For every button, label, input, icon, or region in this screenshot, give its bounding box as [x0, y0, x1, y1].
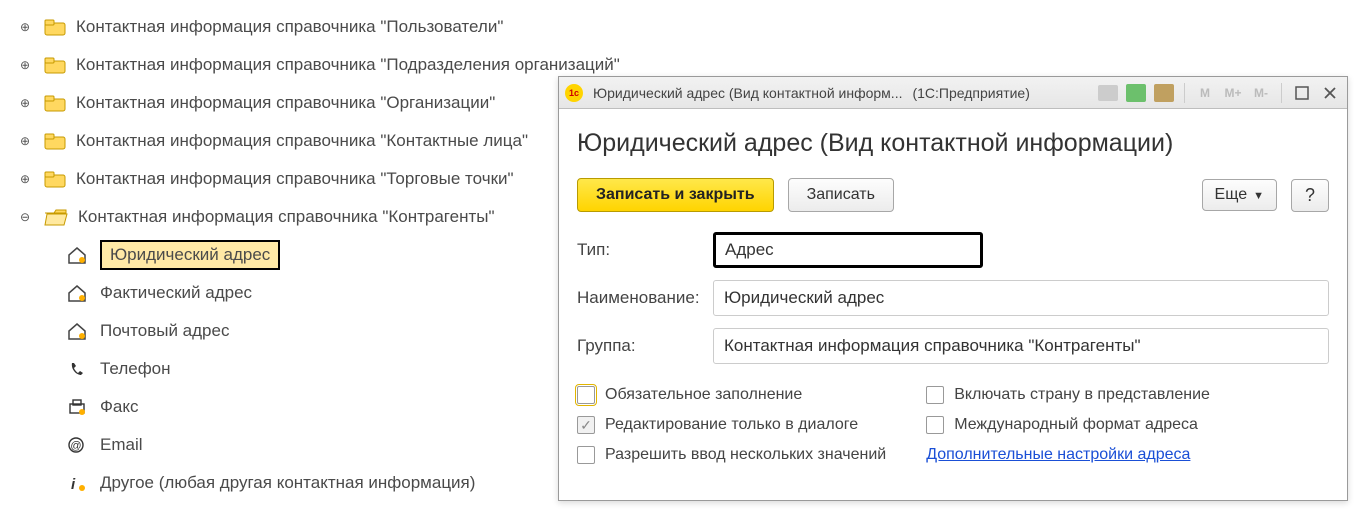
tree-item-label: Телефон [100, 359, 171, 379]
expand-icon[interactable]: ⊕ [16, 56, 34, 74]
check-label: Обязательное заполнение [605, 386, 802, 404]
write-button[interactable]: Записать [788, 178, 894, 212]
expand-icon[interactable]: ⊕ [16, 170, 34, 188]
house-icon [66, 246, 88, 264]
tree-group-label: Контактная информация справочника "Торго… [76, 169, 514, 189]
check-col-right: Включать страну в представление Междунар… [926, 386, 1210, 464]
form-row-group: Группа: Контактная информация справочник… [577, 328, 1329, 364]
tree-group-label: Контактная информация справочника "Контр… [78, 207, 495, 227]
folder-open-icon [44, 208, 68, 226]
tree-item-label: Другое (любая другая контактная информац… [100, 473, 475, 493]
close-icon[interactable] [1319, 82, 1341, 104]
house-icon [66, 322, 88, 340]
check-multi-values[interactable]: Разрешить ввод нескольких значений [577, 446, 886, 464]
tree-item-label: Email [100, 435, 143, 455]
folder-icon [44, 170, 66, 188]
more-button-label: Еще [1215, 186, 1248, 203]
print-icon[interactable] [1097, 82, 1119, 104]
memory-mminus-button[interactable]: M- [1250, 82, 1272, 104]
expand-icon[interactable]: ⊕ [16, 18, 34, 36]
form-row-name: Наименование: Юридический адрес [577, 280, 1329, 316]
house-icon [66, 284, 88, 302]
check-intl-format[interactable]: Международный формат адреса [926, 416, 1210, 434]
window-body: Юридический адрес (Вид контактной информ… [559, 109, 1347, 478]
check-label: Включать страну в представление [954, 386, 1210, 404]
check-dialog-only[interactable]: Редактирование только в диалоге [577, 416, 886, 434]
folder-icon [44, 18, 66, 36]
check-label: Разрешить ввод нескольких значений [605, 446, 886, 464]
checkbox-icon[interactable] [577, 446, 595, 464]
tree-group-label: Контактная информация справочника "Конта… [76, 131, 528, 151]
checkbox-icon[interactable] [577, 386, 595, 404]
email-icon: @ [66, 436, 88, 454]
folder-icon [44, 94, 66, 112]
window-title-suffix: (1С:Предприятие) [912, 85, 1029, 101]
group-field[interactable]: Контактная информация справочника "Контр… [713, 328, 1329, 364]
maximize-icon[interactable] [1291, 82, 1313, 104]
memory-mplus-button[interactable]: M+ [1222, 82, 1244, 104]
tree-group[interactable]: ⊕ Контактная информация справочника "Пол… [8, 8, 1354, 46]
folder-icon [44, 132, 66, 150]
form-row-type: Тип: Адрес [577, 232, 1329, 268]
check-required[interactable]: Обязательное заполнение [577, 386, 886, 404]
tree-item-label: Факс [100, 397, 139, 417]
checkboxes-area: Обязательное заполнение Редактирование т… [577, 386, 1329, 464]
check-include-country[interactable]: Включать страну в представление [926, 386, 1210, 404]
tree-group-label: Контактная информация справочника "Подра… [76, 55, 620, 75]
svg-text:i: i [71, 476, 76, 492]
chevron-down-icon: ▼ [1253, 190, 1264, 202]
type-field[interactable]: Адрес [713, 232, 983, 268]
check-label: Редактирование только в диалоге [605, 416, 858, 434]
checkbox-icon[interactable] [577, 416, 595, 434]
more-button[interactable]: Еще ▼ [1202, 179, 1277, 211]
expand-icon[interactable]: ⊕ [16, 132, 34, 150]
check-col-left: Обязательное заполнение Редактирование т… [577, 386, 886, 464]
checkbox-icon[interactable] [926, 416, 944, 434]
app-1c-icon [565, 84, 583, 102]
tree-group-label: Контактная информация справочника "Орган… [76, 93, 495, 113]
divider [1184, 83, 1185, 103]
memory-m-button[interactable]: M [1194, 82, 1216, 104]
check-label: Международный формат адреса [954, 416, 1198, 434]
fax-icon [66, 398, 88, 416]
calendar-brown-icon[interactable] [1153, 82, 1175, 104]
name-field[interactable]: Юридический адрес [713, 280, 1329, 316]
group-label: Группа: [577, 336, 713, 356]
write-and-close-button[interactable]: Записать и закрыть [577, 178, 774, 212]
page-title: Юридический адрес (Вид контактной информ… [577, 129, 1329, 158]
checkbox-icon[interactable] [926, 386, 944, 404]
extra-settings-link[interactable]: Дополнительные настройки адреса [926, 446, 1210, 464]
folder-icon [44, 56, 66, 74]
name-label: Наименование: [577, 288, 713, 308]
tree-item-label: Почтовый адрес [100, 321, 229, 341]
dialog-window: Юридический адрес (Вид контактной информ… [558, 76, 1348, 501]
calendar-green-icon[interactable] [1125, 82, 1147, 104]
tree-group-label: Контактная информация справочника "Польз… [76, 17, 503, 37]
titlebar[interactable]: Юридический адрес (Вид контактной информ… [559, 77, 1347, 109]
info-icon: i [66, 474, 88, 492]
tree-item-label: Юридический адрес [100, 240, 280, 270]
toolbar: Записать и закрыть Записать Еще ▼ ? [577, 178, 1329, 212]
type-label: Тип: [577, 240, 713, 260]
collapse-icon[interactable]: ⊖ [16, 208, 34, 226]
svg-text:@: @ [70, 440, 81, 452]
window-title: Юридический адрес (Вид контактной информ… [593, 85, 902, 101]
form: Тип: Адрес Наименование: Юридический адр… [577, 232, 1329, 464]
expand-icon[interactable]: ⊕ [16, 94, 34, 112]
help-button[interactable]: ? [1291, 179, 1329, 212]
phone-icon [66, 360, 88, 378]
tree-item-label: Фактический адрес [100, 283, 252, 303]
divider [1281, 83, 1282, 103]
